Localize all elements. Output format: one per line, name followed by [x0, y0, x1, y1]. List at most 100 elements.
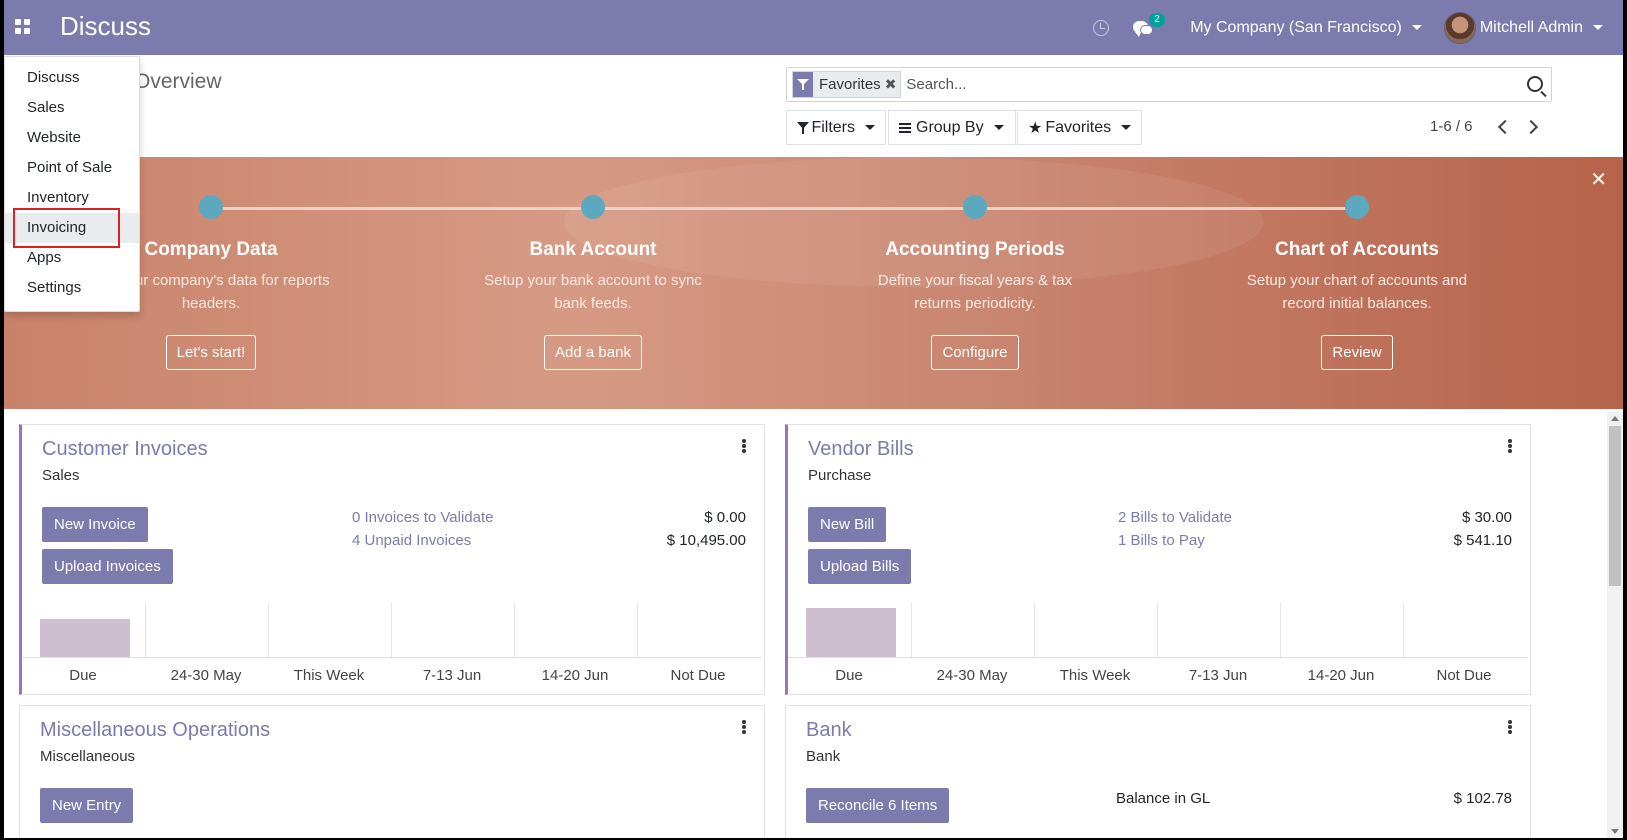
scrollbar-thumb[interactable]	[1609, 426, 1621, 586]
vertical-scrollbar[interactable]	[1607, 412, 1623, 838]
star-icon: ★	[1028, 119, 1043, 137]
journal-card-vendor-bills: Vendor Bills Purchase New Bill Upload Bi…	[785, 424, 1531, 695]
card-title[interactable]: Customer Invoices	[42, 438, 208, 461]
journal-card-misc-operations: Miscellaneous Operations Miscellaneous N…	[19, 705, 765, 838]
chevron-left-icon[interactable]	[1497, 119, 1513, 135]
search-bar: Favorites ✖	[786, 67, 1552, 102]
add-bank-button[interactable]: Add a bank	[544, 335, 642, 370]
avatar	[1443, 11, 1476, 44]
filter-icon	[793, 72, 813, 97]
apps-grid-icon[interactable]	[12, 17, 32, 37]
scroll-up-icon[interactable]	[1611, 416, 1619, 421]
graph-baseline	[22, 657, 762, 658]
upload-bills-button[interactable]: Upload Bills	[808, 549, 912, 584]
graph-label: 14-20 Jun	[541, 667, 609, 684]
graph-gridline	[514, 603, 515, 657]
lets-start-button[interactable]: Let's start!	[165, 335, 257, 370]
app-title: Discuss	[60, 11, 152, 41]
card-subtitle: Sales	[42, 467, 80, 484]
reconcile-button[interactable]: Reconcile 6 Items	[806, 788, 950, 823]
kebab-menu-icon[interactable]	[742, 720, 746, 734]
new-entry-button[interactable]: New Entry	[40, 788, 134, 823]
app-window: Discuss 2 My Company (San Francisco) Mit…	[4, 0, 1623, 838]
card-title[interactable]: Bank	[806, 719, 852, 742]
graph-label: 24-30 May	[936, 667, 1008, 684]
menu-item-settings[interactable]: Settings	[5, 273, 139, 303]
card-subtitle: Miscellaneous	[40, 748, 136, 765]
graph-gridline	[391, 603, 392, 657]
menu-item-discuss[interactable]: Discuss	[5, 63, 139, 93]
graph-gridline	[911, 603, 912, 657]
card-title[interactable]: Vendor Bills	[808, 438, 914, 461]
step-title: Accounting Periods	[885, 239, 1065, 260]
close-icon[interactable]: ✕	[1590, 167, 1607, 192]
user-menu[interactable]: Mitchell Admin	[1443, 11, 1603, 44]
filter-icon	[797, 121, 810, 134]
chat-counter-badge: 2	[1149, 12, 1165, 27]
activity-clock-icon[interactable]	[1093, 19, 1110, 36]
caret-down-icon	[993, 125, 1004, 130]
search-facet: Favorites ✖	[792, 71, 902, 98]
filters-button[interactable]: Filters	[786, 110, 886, 145]
invoices-to-validate-link[interactable]: 0 Invoices to Validate	[352, 509, 493, 526]
caret-down-icon	[1593, 25, 1603, 30]
step-title: Chart of Accounts	[1275, 239, 1439, 260]
search-icon[interactable]	[1527, 76, 1543, 92]
unpaid-invoices-link[interactable]: 4 Unpaid Invoices	[352, 532, 471, 549]
scroll-down-icon[interactable]	[1611, 829, 1619, 834]
card-title[interactable]: Miscellaneous Operations	[40, 719, 270, 742]
graph-label: Due	[835, 667, 863, 684]
upload-invoices-button[interactable]: Upload Invoices	[42, 549, 173, 584]
pager-value[interactable]: 1-6 / 6	[1430, 118, 1473, 135]
menu-item-sales[interactable]: Sales	[5, 93, 139, 123]
new-bill-button[interactable]: New Bill	[808, 507, 887, 542]
unpaid-invoices-amount: $ 10,495.00	[666, 532, 746, 549]
search-input[interactable]	[906, 76, 1507, 93]
bills-to-validate-link[interactable]: 2 Bills to Validate	[1118, 509, 1232, 526]
graph-gridline	[637, 603, 638, 657]
kebab-menu-icon[interactable]	[742, 439, 746, 453]
comments-icon-back	[1140, 24, 1154, 35]
kebab-menu-icon[interactable]	[1508, 439, 1512, 453]
menu-item-point-of-sale[interactable]: Point of Sale	[5, 153, 139, 183]
close-icon[interactable]: ✖	[885, 76, 901, 93]
aging-graph[interactable]: Due 24-30 May This Week 7-13 Jun 14-20 Jun No…	[22, 603, 762, 695]
graph-gridline	[268, 603, 269, 657]
step-dot	[199, 195, 223, 219]
aging-graph[interactable]: Due 24-30 May This Week 7-13 Jun 14-20 Jun No…	[788, 603, 1528, 695]
group-by-label: Group By	[916, 118, 984, 136]
kebab-menu-icon[interactable]	[1508, 720, 1512, 734]
messaging-menu[interactable]: 2	[1133, 12, 1165, 37]
graph-gridline	[1280, 603, 1281, 657]
graph-label: Due	[69, 667, 97, 684]
caret-down-icon	[1121, 125, 1132, 130]
balance-gl-label: Balance in GL	[1116, 790, 1211, 807]
step-dot	[963, 195, 987, 219]
graph-label: 14-20 Jun	[1307, 667, 1375, 684]
company-switcher[interactable]: My Company (San Francisco)	[1190, 19, 1422, 37]
bills-to-pay-link[interactable]: 1 Bills to Pay	[1118, 532, 1205, 549]
chevron-right-icon[interactable]	[1523, 119, 1539, 135]
review-button[interactable]: Review	[1321, 335, 1393, 370]
graph-label: 24-30 May	[170, 667, 242, 684]
graph-bar[interactable]	[40, 619, 130, 657]
group-by-button[interactable]: Group By	[888, 110, 1016, 145]
graph-baseline	[788, 657, 1528, 658]
step-dot	[581, 195, 605, 219]
menu-item-website[interactable]: Website	[5, 123, 139, 153]
onboarding-step-coa: Chart of Accounts Setup your chart of ac…	[1207, 195, 1507, 370]
graph-bar[interactable]	[806, 608, 896, 657]
step-dot	[1345, 195, 1369, 219]
bars-icon	[899, 122, 911, 133]
configure-button[interactable]: Configure	[931, 335, 1019, 370]
favorites-button[interactable]: ★ Favorites	[1017, 110, 1142, 145]
card-subtitle: Bank	[806, 748, 841, 765]
new-invoice-button[interactable]: New Invoice	[42, 507, 148, 542]
graph-gridline	[1157, 603, 1158, 657]
step-title: Bank Account	[529, 239, 657, 260]
onboarding-progress-line	[211, 207, 1361, 210]
step-description: Setup your bank account to sync bank fee…	[484, 272, 702, 312]
graph-label: This Week	[293, 667, 365, 684]
invoices-to-validate-amount: $ 0.00	[704, 509, 746, 526]
step-description: Setup your chart of accounts and record …	[1246, 272, 1468, 312]
